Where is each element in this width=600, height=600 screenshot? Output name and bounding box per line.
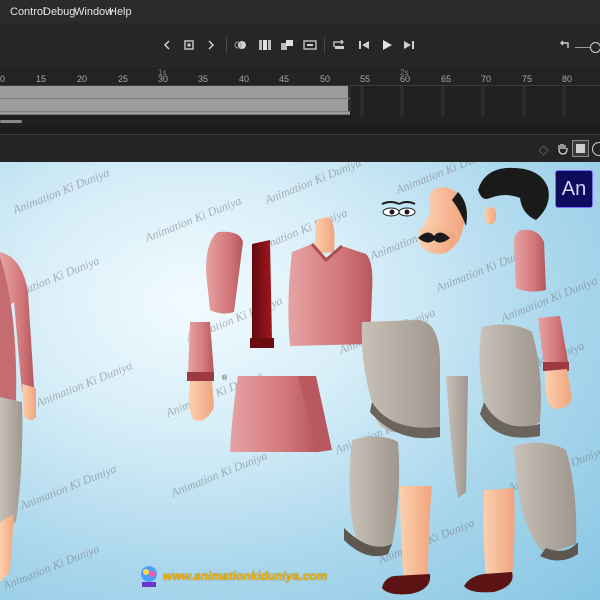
forearm-right[interactable] [538, 316, 568, 366]
timeline-tracks[interactable] [0, 86, 600, 126]
dhoti-strip[interactable] [446, 376, 468, 498]
ruler-number: 65 [441, 74, 452, 84]
dhoti-left-lower[interactable] [349, 436, 400, 550]
ruler-number: 40 [239, 74, 250, 84]
menu-control[interactable]: Control [10, 6, 45, 18]
animate-app-badge: An [555, 170, 593, 208]
ruler-number: 45 [279, 74, 290, 84]
shoe-left[interactable] [382, 574, 431, 595]
hand-left[interactable] [188, 381, 214, 421]
pupil-right [404, 209, 410, 215]
upper-arm-right[interactable] [514, 229, 546, 292]
hand-tool-icon[interactable] [556, 142, 569, 160]
ruler-number: 80 [562, 74, 573, 84]
leg-left[interactable] [400, 486, 432, 584]
upper-arm-left[interactable] [206, 231, 243, 314]
ruler-number: 15 [36, 74, 47, 84]
ruler-number: 70 [481, 74, 492, 84]
end-keyframe[interactable] [348, 86, 351, 98]
layer-track[interactable] [0, 99, 350, 112]
end-keyframe[interactable] [348, 99, 351, 111]
timeline-ruler[interactable]: 0 15 20 25 30 35 40 45 50 55 60 65 70 75… [0, 67, 600, 86]
ruler-number: 20 [77, 74, 88, 84]
toolbar-divider [226, 37, 227, 53]
zoom-slider-handle[interactable] [590, 42, 600, 53]
character-parts: ® [0, 167, 578, 595]
step-forward-icon[interactable] [401, 37, 417, 53]
frame-marker [360, 86, 364, 116]
ruler-number: 0 [0, 74, 6, 84]
vest-panel[interactable] [252, 240, 272, 346]
center-frame-icon[interactable] [279, 37, 295, 53]
edit-multiple-frames-icon[interactable] [257, 37, 273, 53]
toolbar-divider-2 [324, 37, 325, 53]
site-logo-icon [138, 562, 160, 593]
ruler-second-mark: 2s [400, 68, 409, 77]
timeline-toolbar [0, 23, 600, 67]
hand-right[interactable] [544, 369, 572, 409]
clip-content-icon[interactable] [572, 140, 589, 157]
menu-bar: Control Debug Window Help [0, 0, 600, 24]
layer-track[interactable] [0, 112, 350, 115]
stage-canvas[interactable]: Animation Ki Duniya Animation Ki Duniya … [0, 162, 600, 600]
vest-hem [250, 338, 274, 348]
frame-marker [481, 86, 485, 116]
ruler-number: 50 [320, 74, 331, 84]
timeline-scrollbar[interactable] [0, 120, 22, 123]
menu-debug[interactable]: Debug [43, 6, 75, 18]
frame-marker [522, 86, 526, 116]
step-back-icon[interactable] [356, 37, 372, 53]
onion-skin-icon[interactable] [233, 37, 249, 53]
assembled-character-partial[interactable] [0, 252, 36, 582]
eyebrow-left [381, 201, 400, 205]
frame-marker [441, 86, 445, 116]
shoe-right[interactable] [464, 572, 513, 593]
shirt-torso[interactable] [288, 244, 373, 346]
layer-track[interactable] [0, 86, 350, 99]
cuff-left [187, 372, 214, 381]
fit-stage-icon[interactable] [592, 142, 600, 156]
ear[interactable] [484, 207, 496, 225]
ruler-number: 75 [522, 74, 533, 84]
leg-right[interactable] [483, 488, 515, 578]
frame-marker [400, 86, 404, 116]
registered-mark: ® [222, 374, 228, 382]
ruler-number: 55 [360, 74, 371, 84]
loop-icon[interactable] [302, 37, 318, 53]
menu-window[interactable]: Window [74, 6, 113, 18]
snap-icon[interactable] [538, 143, 549, 161]
stop-icon[interactable] [181, 37, 197, 53]
menu-help[interactable]: Help [109, 6, 132, 18]
previous-arrow-icon[interactable] [159, 37, 175, 53]
insert-frame-icon[interactable] [331, 37, 347, 53]
stage-header-bar [0, 134, 600, 163]
forearm-left[interactable] [188, 322, 214, 376]
dhoti-right-lower[interactable] [514, 442, 577, 554]
ruler-number: 35 [198, 74, 209, 84]
ruler-number: 25 [118, 74, 129, 84]
undo-icon[interactable] [556, 37, 572, 53]
site-url: www.animationkiduniya.com [163, 569, 328, 583]
eyebrow-right [398, 201, 416, 205]
next-arrow-icon[interactable] [203, 37, 219, 53]
play-icon[interactable] [379, 37, 395, 53]
pupil-left [389, 209, 395, 215]
ruler-second-mark: 1s [158, 68, 167, 77]
frame-marker [562, 86, 566, 116]
